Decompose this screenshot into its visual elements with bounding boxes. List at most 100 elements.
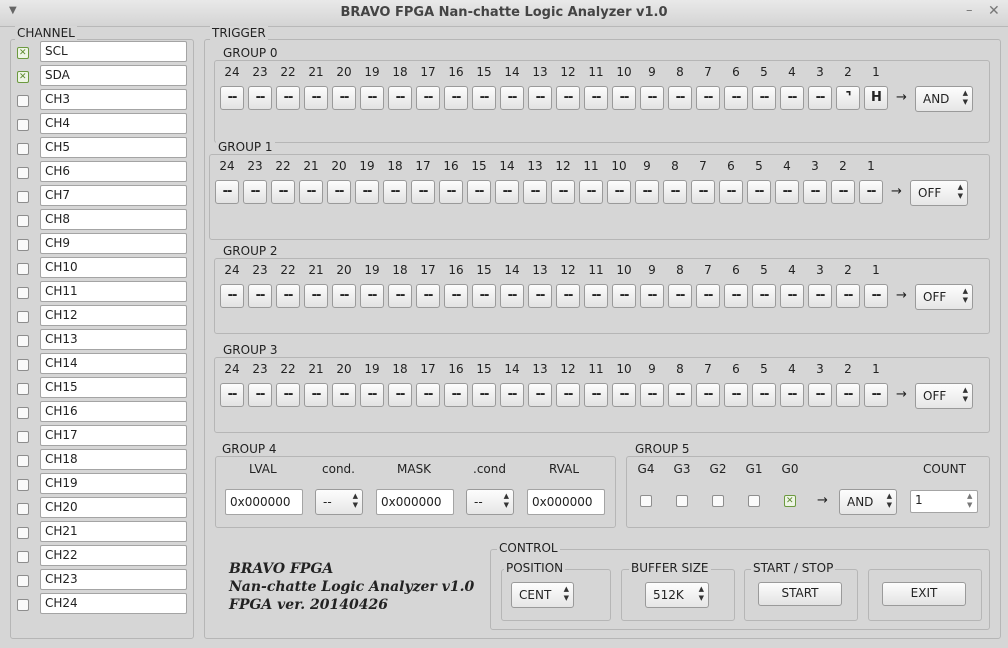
channel-checkbox[interactable] xyxy=(17,287,29,299)
channel-name-input[interactable]: CH12 xyxy=(40,305,187,326)
channel-name-input[interactable]: SDA xyxy=(40,65,187,86)
trigger-bit-button[interactable]: -- xyxy=(663,180,687,204)
trigger-bit-button[interactable]: -- xyxy=(864,383,888,407)
trigger-bit-button[interactable]: -- xyxy=(635,180,659,204)
group5-checkbox[interactable] xyxy=(784,494,796,508)
trigger-bit-button[interactable]: -- xyxy=(640,383,664,407)
channel-checkbox[interactable] xyxy=(17,455,29,467)
trigger-bit-button[interactable]: -- xyxy=(836,383,860,407)
trigger-bit-button[interactable]: -- xyxy=(388,383,412,407)
channel-checkbox[interactable] xyxy=(17,551,29,563)
spinner-arrows-icon[interactable]: ▲ ▼ xyxy=(504,492,509,510)
trigger-bit-button[interactable]: -- xyxy=(556,383,580,407)
trigger-bit-button[interactable]: -- xyxy=(719,180,743,204)
channel-checkbox[interactable] xyxy=(17,167,29,179)
trigger-bit-button[interactable]: -- xyxy=(304,284,328,308)
spinner-arrows-icon[interactable]: ▲ ▼ xyxy=(353,492,358,510)
channel-name-input[interactable]: CH8 xyxy=(40,209,187,230)
trigger-bit-button[interactable]: -- xyxy=(696,86,720,110)
channel-name-input[interactable]: CH5 xyxy=(40,137,187,158)
start-button[interactable]: START xyxy=(758,582,842,606)
channel-name-input[interactable]: CH19 xyxy=(40,473,187,494)
trigger-bit-button[interactable]: ⌝ xyxy=(836,86,860,110)
trigger-bit-button[interactable]: -- xyxy=(556,86,580,110)
channel-checkbox[interactable] xyxy=(17,575,29,587)
trigger-bit-button[interactable]: -- xyxy=(584,86,608,110)
trigger-bit-button[interactable]: -- xyxy=(276,86,300,110)
buffer-spinner[interactable]: 512K ▲ ▼ xyxy=(645,582,709,608)
channel-name-input[interactable]: CH11 xyxy=(40,281,187,302)
trigger-bit-button[interactable]: -- xyxy=(696,383,720,407)
trigger-bit-button[interactable]: -- xyxy=(668,284,692,308)
trigger-bit-button[interactable]: -- xyxy=(612,86,636,110)
trigger-bit-button[interactable]: -- xyxy=(416,86,440,110)
trigger-bit-button[interactable]: -- xyxy=(696,284,720,308)
trigger-bit-button[interactable]: -- xyxy=(360,383,384,407)
trigger-bit-button[interactable]: -- xyxy=(859,180,883,204)
trigger-bit-button[interactable]: -- xyxy=(612,383,636,407)
trigger-bit-button[interactable]: -- xyxy=(864,284,888,308)
trigger-bit-button[interactable]: -- xyxy=(439,180,463,204)
trigger-bit-button[interactable]: -- xyxy=(500,86,524,110)
trigger-bit-button[interactable]: -- xyxy=(752,284,776,308)
spinner-arrows-icon[interactable]: ▲ ▼ xyxy=(699,585,704,603)
group5-checkbox[interactable] xyxy=(640,495,652,507)
trigger-bit-button[interactable]: -- xyxy=(752,383,776,407)
trigger-bit-button[interactable]: -- xyxy=(752,86,776,110)
position-spinner[interactable]: CENT ▲ ▼ xyxy=(511,582,574,608)
exit-button[interactable]: EXIT xyxy=(882,582,966,606)
spinner-arrows-icon[interactable]: ▲ ▼ xyxy=(963,89,968,107)
channel-checkbox[interactable] xyxy=(17,239,29,251)
trigger-bit-button[interactable]: -- xyxy=(472,383,496,407)
trigger-bit-button[interactable]: -- xyxy=(332,284,356,308)
channel-name-input[interactable]: SCL xyxy=(40,41,187,62)
trigger-bit-button[interactable]: -- xyxy=(304,383,328,407)
channel-checkbox[interactable] xyxy=(17,335,29,347)
channel-name-input[interactable]: CH10 xyxy=(40,257,187,278)
trigger-bit-button[interactable]: -- xyxy=(780,383,804,407)
trigger-bit-button[interactable]: -- xyxy=(220,86,244,110)
channel-checkbox[interactable] xyxy=(17,119,29,131)
trigger-bit-button[interactable]: -- xyxy=(299,180,323,204)
group5-checkbox[interactable] xyxy=(748,495,760,507)
trigger-bit-button[interactable]: -- xyxy=(803,180,827,204)
channel-name-input[interactable]: CH18 xyxy=(40,449,187,470)
trigger-bit-button[interactable]: -- xyxy=(831,180,855,204)
channel-checkbox[interactable] xyxy=(17,503,29,515)
spinner-arrows-icon[interactable]: ▲ ▼ xyxy=(963,386,968,404)
channel-name-input[interactable]: CH7 xyxy=(40,185,187,206)
trigger-bit-button[interactable]: -- xyxy=(411,180,435,204)
spinner-arrows-icon[interactable]: ▲ ▼ xyxy=(963,287,968,305)
trigger-bit-button[interactable]: -- xyxy=(528,284,552,308)
trigger-bit-button[interactable]: -- xyxy=(495,180,519,204)
channel-name-input[interactable]: CH13 xyxy=(40,329,187,350)
rval-input[interactable]: 0x000000 xyxy=(527,489,605,515)
group-op-spinner[interactable]: OFF ▲ ▼ xyxy=(915,383,973,409)
channel-checkbox[interactable] xyxy=(17,527,29,539)
trigger-bit-button[interactable]: -- xyxy=(360,86,384,110)
trigger-bit-button[interactable]: -- xyxy=(388,284,412,308)
group-op-spinner[interactable]: OFF ▲ ▼ xyxy=(915,284,973,310)
group5-checkbox[interactable] xyxy=(676,495,688,507)
channel-name-input[interactable]: CH22 xyxy=(40,545,187,566)
trigger-bit-button[interactable]: -- xyxy=(780,284,804,308)
trigger-bit-button[interactable]: -- xyxy=(444,86,468,110)
trigger-bit-button[interactable]: -- xyxy=(388,86,412,110)
trigger-bit-button[interactable]: -- xyxy=(500,284,524,308)
trigger-bit-button[interactable]: -- xyxy=(584,383,608,407)
trigger-bit-button[interactable]: -- xyxy=(215,180,239,204)
group-op-spinner[interactable]: OFF ▲ ▼ xyxy=(910,180,968,206)
trigger-bit-button[interactable]: -- xyxy=(248,284,272,308)
trigger-bit-button[interactable]: -- xyxy=(640,284,664,308)
channel-name-input[interactable]: CH20 xyxy=(40,497,187,518)
channel-checkbox[interactable] xyxy=(17,431,29,443)
channel-checkbox[interactable] xyxy=(17,383,29,395)
trigger-bit-button[interactable]: -- xyxy=(528,383,552,407)
channel-checkbox[interactable] xyxy=(17,95,29,107)
channel-checkbox[interactable] xyxy=(17,599,29,611)
trigger-bit-button[interactable]: -- xyxy=(668,86,692,110)
trigger-bit-button[interactable]: -- xyxy=(747,180,771,204)
trigger-bit-button[interactable]: -- xyxy=(332,86,356,110)
channel-name-input[interactable]: CH3 xyxy=(40,89,187,110)
group5-op-spinner[interactable]: AND ▲ ▼ xyxy=(839,489,897,515)
